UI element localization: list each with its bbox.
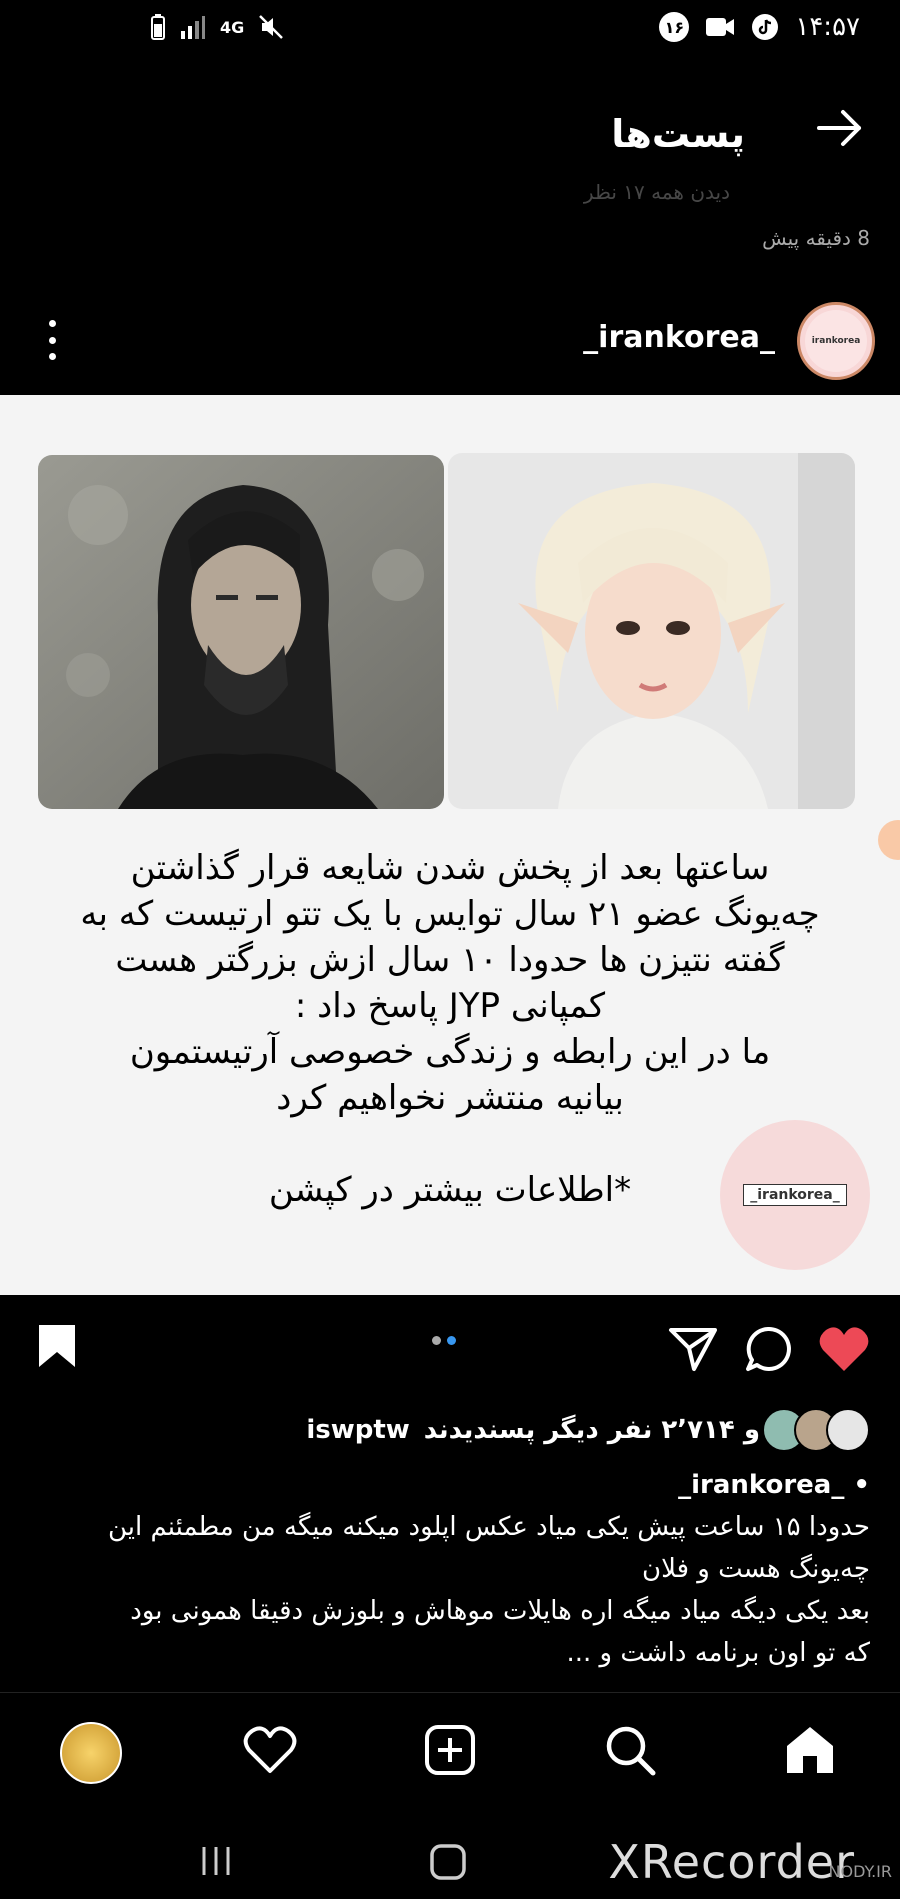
liker-avatar — [826, 1408, 870, 1452]
author-avatar[interactable]: irankorea — [797, 302, 875, 380]
caption-username-text[interactable]: _irankorea_ — [678, 1470, 844, 1500]
carousel-dot-active — [447, 1336, 456, 1345]
previous-post-time: 8 دقیقه پیش — [762, 226, 870, 250]
caption-username[interactable]: • _irankorea_ — [678, 1470, 870, 1500]
caption-line: بعد یکی دیگه میاد میگه اره هایلات موهاش … — [130, 1596, 870, 1626]
avatar-logo: irankorea — [805, 310, 867, 372]
home-system-icon[interactable] — [428, 1842, 468, 1882]
battery-icon — [151, 14, 165, 40]
caption-text: حدودا ۱۵ ساعت پیش یکی میاد عکس اپلود میک… — [30, 1506, 870, 1674]
back-arrow-icon[interactable] — [815, 108, 865, 148]
recents-icon[interactable] — [198, 1843, 234, 1879]
status-left-icons: 4G — [150, 14, 284, 40]
clock: ۱۴:۵۷ — [795, 12, 860, 42]
mute-icon — [259, 15, 284, 39]
watermark-text: _irankorea_ — [743, 1184, 847, 1206]
image-caption-line: چه‌یونگ عضو ۲۱ سال توایس با یک تتو ارتیس… — [80, 894, 820, 934]
network-label: 4G — [220, 17, 245, 37]
liker-avatars — [762, 1408, 870, 1452]
more-options-icon[interactable] — [40, 320, 64, 360]
photo-man — [38, 455, 444, 809]
status-right-icons: ۱۶ ۱۴:۵۷ — [659, 12, 860, 42]
heart-outline-icon[interactable] — [243, 1725, 297, 1775]
carousel-dots — [432, 1336, 456, 1345]
watermark-logo: _irankorea_ — [720, 1120, 870, 1270]
search-icon[interactable] — [604, 1724, 656, 1776]
heart-filled-icon[interactable] — [818, 1325, 870, 1373]
photo-woman — [448, 453, 855, 809]
image-caption-line: ما در این رابطه و زندگی خصوصی آرتیستمون — [129, 1032, 771, 1072]
signal-icon — [181, 16, 205, 39]
view-comments-link[interactable]: دیدن همه ۱۷ نظر — [584, 180, 730, 204]
image-caption-line: کمپانی JYP پاسخ داد : — [294, 986, 606, 1026]
recorder-watermark: XRecorder — [608, 1835, 855, 1889]
new-post-icon[interactable] — [424, 1724, 476, 1776]
app-header — [0, 80, 900, 170]
comment-icon[interactable] — [744, 1325, 792, 1373]
notification-badge: ۱۶ — [659, 12, 690, 42]
image-caption-line: گفته نتیزن ها حدودا ۱۰ سال ازش بزرگتر هس… — [115, 940, 785, 980]
author-username[interactable]: _irankorea_ — [583, 320, 775, 355]
page-title: پست‌ها — [611, 112, 745, 156]
tiktok-icon — [752, 14, 779, 40]
likes-count: و ۲٬۷۱۴ نفر دیگر پسندیدند — [423, 1415, 760, 1445]
site-watermark: NODY.IR — [828, 1862, 892, 1881]
video-icon — [706, 18, 735, 36]
caption-line: حدودا ۱۵ ساعت پیش یکی میاد عکس اپلود میک… — [107, 1512, 870, 1542]
home-icon[interactable] — [783, 1724, 837, 1776]
likes-row[interactable]: و ۲٬۷۱۴ نفر دیگر پسندیدند iswptw — [306, 1408, 870, 1452]
profile-avatar-icon[interactable] — [60, 1722, 122, 1784]
share-icon[interactable] — [668, 1326, 718, 1372]
image-caption-line: بیانیه منتشر نخواهیم کرد — [276, 1078, 624, 1118]
bookmark-icon[interactable] — [36, 1322, 78, 1370]
liker-username[interactable]: iswptw — [306, 1415, 409, 1445]
caption-line: که تو اون برنامه داشت و ... — [566, 1638, 870, 1668]
image-caption-line: ساعتها بعد از پخش شدن شایعه قرار گذاشتن — [130, 848, 770, 888]
caption-line: چه‌یونگ هست و فلان — [641, 1554, 870, 1584]
carousel-dot — [432, 1336, 441, 1345]
